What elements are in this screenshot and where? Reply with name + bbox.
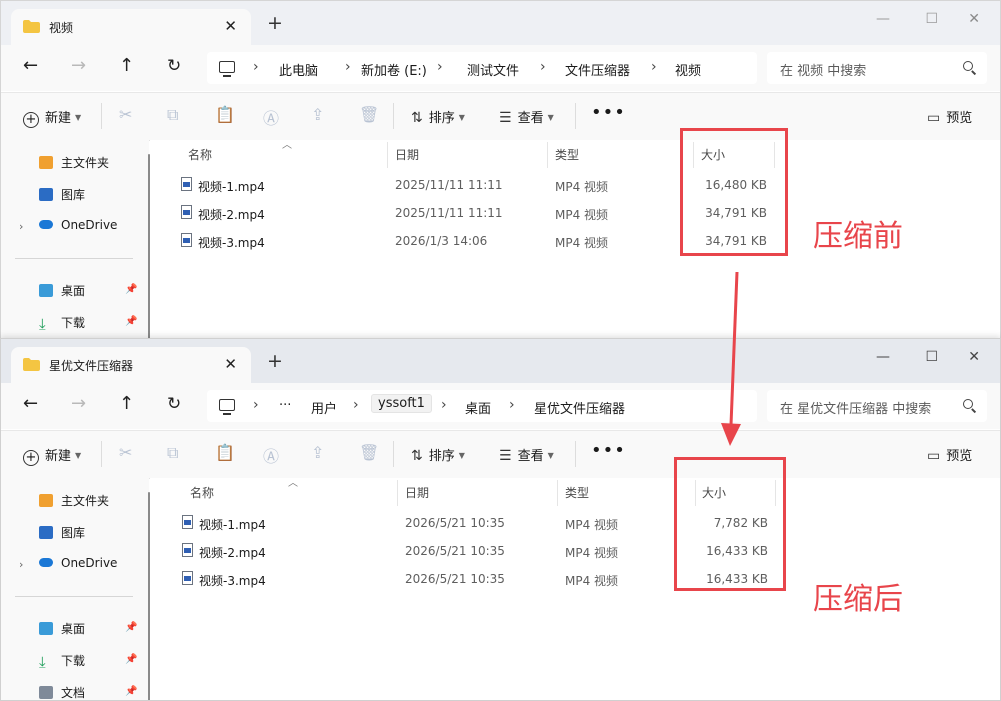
- down-arrow-annotation: [721, 271, 741, 446]
